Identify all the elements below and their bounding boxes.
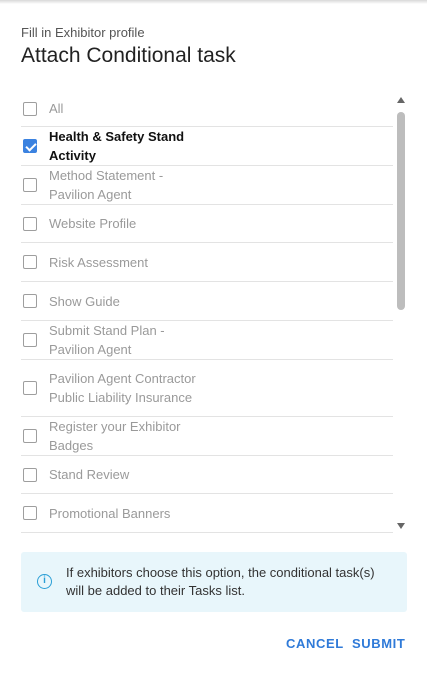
scroll-up-arrow-icon[interactable] — [397, 97, 405, 103]
checkbox[interactable] — [23, 216, 37, 231]
checkbox[interactable] — [23, 333, 37, 347]
checkbox[interactable] — [23, 381, 37, 395]
scrollbar-thumb[interactable] — [397, 112, 405, 310]
scrollbar[interactable] — [395, 91, 407, 535]
top-shadow — [0, 0, 427, 4]
task-item-submit-stand-plan[interactable]: Submit Stand Plan - Pavilion Agent — [21, 321, 393, 360]
task-item-all[interactable]: All — [21, 91, 393, 127]
checkbox[interactable] — [23, 101, 37, 116]
task-list: All Health & Safety Stand Activity Metho… — [21, 91, 393, 533]
task-item-contractor-public-liability[interactable]: Pavilion Agent Contractor Public Liabili… — [21, 360, 393, 417]
dialog-subtitle: Fill in Exhibitor profile — [21, 25, 145, 40]
cancel-button[interactable]: CANCEL — [286, 636, 344, 651]
checkbox[interactable] — [23, 294, 37, 308]
task-label: Submit Stand Plan - Pavilion Agent — [49, 323, 165, 357]
task-item-health-safety-stand-activity[interactable]: Health & Safety Stand Activity — [21, 127, 393, 166]
task-label: Show Guide — [49, 293, 120, 309]
checkbox[interactable] — [23, 178, 37, 192]
checkbox[interactable] — [23, 255, 37, 269]
task-item-show-guide[interactable]: Show Guide — [21, 282, 393, 321]
dialog-title: Attach Conditional task — [21, 44, 236, 67]
task-item-website-profile[interactable]: Website Profile — [21, 205, 393, 243]
task-item-register-exhibitor-badges[interactable]: Register your Exhibitor Badges — [21, 417, 393, 456]
info-icon: i — [37, 574, 52, 589]
task-label: Stand Review — [49, 467, 130, 482]
task-label: Risk Assessment — [49, 254, 148, 270]
task-list-container[interactable]: All Health & Safety Stand Activity Metho… — [21, 91, 407, 535]
task-label: Website Profile — [49, 216, 137, 231]
task-item-method-statement[interactable]: Method Statement - Pavilion Agent — [21, 166, 393, 205]
checkbox[interactable] — [23, 506, 37, 520]
checkbox[interactable] — [23, 429, 37, 443]
task-label: Pavilion Agent Contractor Public Liabili… — [49, 371, 196, 405]
task-label: All — [49, 101, 64, 116]
scroll-down-arrow-icon[interactable] — [397, 523, 405, 529]
task-label: Register your Exhibitor Badges — [49, 419, 181, 453]
submit-button[interactable]: SUBMIT — [352, 636, 405, 651]
info-text: If exhibitors choose this option, the co… — [66, 565, 375, 598]
task-item-risk-assessment[interactable]: Risk Assessment — [21, 243, 393, 282]
info-banner: i If exhibitors choose this option, the … — [21, 552, 407, 612]
task-item-stand-review[interactable]: Stand Review — [21, 456, 393, 494]
task-item-promotional-banners[interactable]: Promotional Banners — [21, 494, 393, 533]
task-label: Promotional Banners — [49, 505, 171, 521]
attach-conditional-task-dialog: Fill in Exhibitor profile Attach Conditi… — [0, 0, 427, 681]
checkbox-checked[interactable] — [23, 139, 37, 153]
task-label: Health & Safety Stand Activity — [49, 129, 185, 163]
task-label: Method Statement - Pavilion Agent — [49, 168, 164, 202]
checkbox[interactable] — [23, 467, 37, 482]
